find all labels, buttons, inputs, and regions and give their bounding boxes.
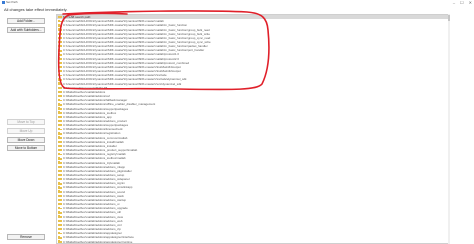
folder-icon — [58, 20, 62, 23]
folder-icon — [58, 123, 62, 127]
folder-icon — [58, 78, 62, 82]
folder-icon — [58, 86, 62, 90]
folder-icon — [58, 103, 62, 107]
folder-icon — [58, 240, 62, 243]
folder-icon — [58, 94, 62, 98]
info-message: All changes take effect immediately. — [4, 7, 68, 12]
add-folder-button[interactable]: Add Folder... — [7, 18, 45, 24]
folder-icon — [58, 82, 62, 86]
minimize-icon[interactable]: – — [453, 0, 455, 5]
folder-icon — [58, 219, 62, 223]
folder-icon — [58, 207, 62, 210]
move-to-top-button[interactable]: Move to Top — [7, 119, 45, 125]
close-icon[interactable]: ✕ — [469, 0, 472, 5]
folder-icon — [58, 128, 62, 131]
move-to-bottom-button[interactable]: Move to Bottom — [7, 145, 45, 151]
folder-icon — [58, 148, 62, 152]
remove-button[interactable]: Remove — [7, 234, 45, 240]
folder-icon — [58, 236, 62, 240]
folder-icon — [58, 115, 62, 119]
folder-icon — [58, 182, 62, 185]
folder-icon — [58, 40, 62, 44]
scrollbar-thumb[interactable] — [448, 15, 450, 21]
folder-icon — [58, 74, 62, 77]
folder-icon — [58, 28, 62, 32]
folder-icon — [58, 15, 62, 19]
folder-icon — [58, 215, 62, 219]
add-with-subfolders-button[interactable]: Add with Subfolders... — [7, 27, 45, 33]
folder-icon — [58, 44, 62, 48]
folder-icon — [58, 194, 62, 198]
folder-icon — [58, 161, 62, 165]
folder-icon — [58, 36, 62, 40]
path-list-scrollbar[interactable] — [448, 14, 450, 244]
folder-icon — [58, 190, 62, 194]
folder-icon — [58, 132, 62, 136]
folder-icon — [58, 53, 62, 57]
folder-icon — [58, 65, 62, 69]
folder-icon — [58, 49, 62, 52]
path-text: C:\Matlab\toolbox\matlab\addons\appdesig… — [62, 239, 133, 244]
folder-icon — [58, 61, 62, 65]
path-list[interactable]: MATLAB search path: C:\Users\mai\SCHOOL\D… — [56, 14, 450, 244]
folder-icon — [58, 107, 62, 111]
folder-icon — [58, 227, 62, 231]
folder-icon — [58, 202, 62, 206]
maximize-icon[interactable]: ☐ — [460, 0, 464, 5]
move-up-button[interactable]: Move Up — [7, 128, 45, 134]
folder-icon — [58, 69, 62, 73]
title-bar: Set Path – ☐ ✕ — [0, 0, 474, 7]
folder-icon — [58, 223, 62, 227]
folder-icon — [58, 165, 62, 169]
folder-icon — [58, 140, 62, 144]
window-controls: – ☐ ✕ — [453, 0, 472, 5]
path-list-item[interactable]: C:\Matlab\toolbox\matlab\addons\appdesig… — [57, 239, 449, 243]
folder-icon — [58, 186, 62, 190]
folder-icon — [58, 32, 62, 36]
folder-icon — [58, 57, 62, 61]
folder-icon — [58, 136, 62, 140]
folder-icon — [58, 90, 62, 94]
folder-icon — [58, 24, 62, 28]
folder-icon — [58, 144, 62, 148]
folder-icon — [58, 173, 62, 177]
folder-icon — [58, 99, 62, 102]
folder-icon — [58, 211, 62, 215]
folder-icon — [58, 111, 62, 115]
window-title: Set Path — [6, 0, 18, 4]
folder-icon — [58, 177, 62, 181]
move-down-button[interactable]: Move Down — [7, 137, 45, 143]
folder-icon — [58, 169, 62, 173]
folder-icon — [58, 153, 62, 156]
folder-icon — [58, 198, 62, 202]
matlab-app-icon — [2, 1, 5, 4]
folder-icon — [58, 157, 62, 161]
folder-icon — [58, 232, 62, 235]
folder-icon — [58, 119, 62, 123]
